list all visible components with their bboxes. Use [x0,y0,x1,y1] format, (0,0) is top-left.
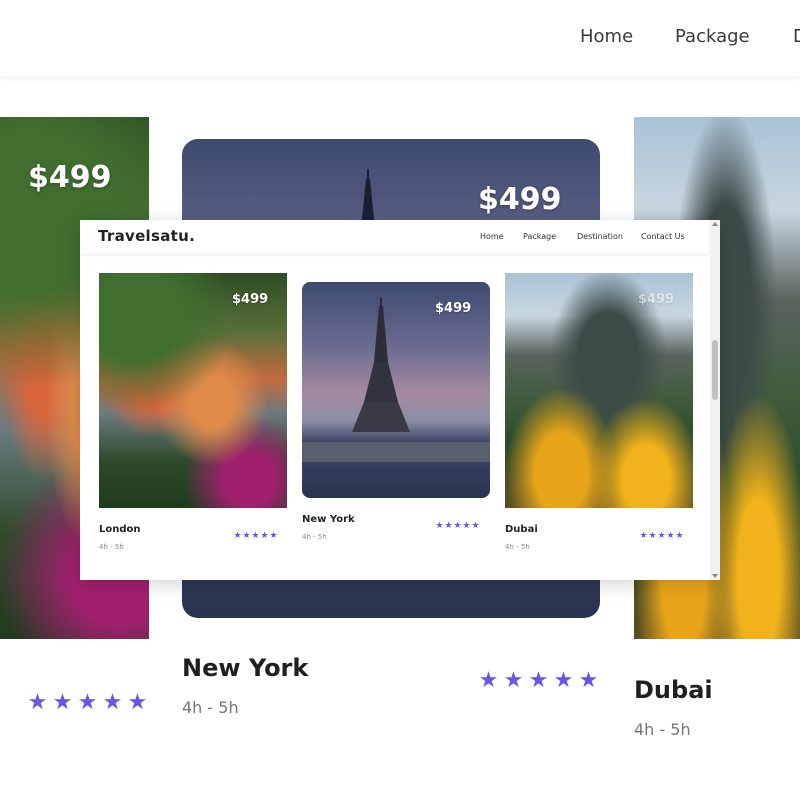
star-icon: ★ [666,531,675,541]
star-icon: ★ [102,690,123,715]
bg-newyork-price: $499 [478,182,562,217]
brand-logo[interactable]: Travelsatu. [98,227,195,245]
star-icon: ★ [251,531,260,541]
bg-newyork-duration: 4h - 5h [182,698,239,717]
london-duration: 4h - 5h [99,543,124,551]
star-icon: ★ [478,668,499,693]
star-icon: ★ [553,668,574,693]
nav-destination-link[interactable]: Destination [577,232,623,241]
scroll-down-arrow-icon[interactable] [712,574,718,578]
navbar: Travelsatu. Home Package Destination Con… [80,220,708,254]
star-icon: ★ [578,668,599,693]
london-city[interactable]: London [99,524,141,535]
star-icon: ★ [269,531,278,541]
bg-dubai-duration: 4h - 5h [634,720,691,739]
bg-nav-package-link[interactable]: Package [675,26,750,47]
star-icon: ★ [52,690,73,715]
london-rating: ★ ★ ★ ★ ★ [233,531,278,541]
newyork-rating: ★ ★ ★ ★ ★ [435,521,480,531]
newyork-city[interactable]: New York [302,514,355,525]
nav-home-link[interactable]: Home [480,232,504,241]
scrollbar-thumb[interactable] [712,340,718,400]
dubai-city[interactable]: Dubai [505,524,538,535]
bg-london-rating: ★ ★ ★ ★ ★ [25,690,150,715]
scroll-up-arrow-icon[interactable] [712,222,718,226]
star-icon: ★ [242,531,251,541]
bg-newyork-rating: ★ ★ ★ ★ ★ [476,668,601,693]
star-icon: ★ [77,690,98,715]
star-icon: ★ [648,531,657,541]
dubai-duration: 4h - 5h [505,543,530,551]
newyork-price: $499 [435,301,472,316]
background-navbar: Home Package D [0,0,800,76]
bg-london-price: $499 [28,160,112,195]
star-icon: ★ [639,531,648,541]
bg-nav-destination-link[interactable]: D [793,26,800,47]
bg-dubai-city: Dubai [634,676,713,704]
dubai-card-image[interactable] [505,273,693,508]
london-price: $499 [232,292,269,307]
star-icon: ★ [462,521,471,531]
star-icon: ★ [27,690,48,715]
star-icon: ★ [675,531,684,541]
star-icon: ★ [444,521,453,531]
star-icon: ★ [471,521,480,531]
star-icon: ★ [127,690,148,715]
dubai-rating: ★ ★ ★ ★ ★ [639,531,684,541]
bg-nav-home-link[interactable]: Home [580,26,633,47]
page-preview-window: Travelsatu. Home Package Destination Con… [80,220,720,580]
dubai-price: $499 [638,292,675,307]
star-icon: ★ [657,531,666,541]
vertical-scrollbar[interactable] [710,220,720,580]
nav-contact-link[interactable]: Contact Us [641,232,685,241]
star-icon: ★ [435,521,444,531]
star-icon: ★ [503,668,524,693]
star-icon: ★ [453,521,462,531]
star-icon: ★ [260,531,269,541]
bg-newyork-city: New York [182,654,309,682]
newyork-duration: 4h - 5h [302,533,327,541]
nav-package-link[interactable]: Package [523,232,556,241]
star-icon: ★ [233,531,242,541]
london-card-image[interactable] [99,273,287,508]
star-icon: ★ [528,668,549,693]
